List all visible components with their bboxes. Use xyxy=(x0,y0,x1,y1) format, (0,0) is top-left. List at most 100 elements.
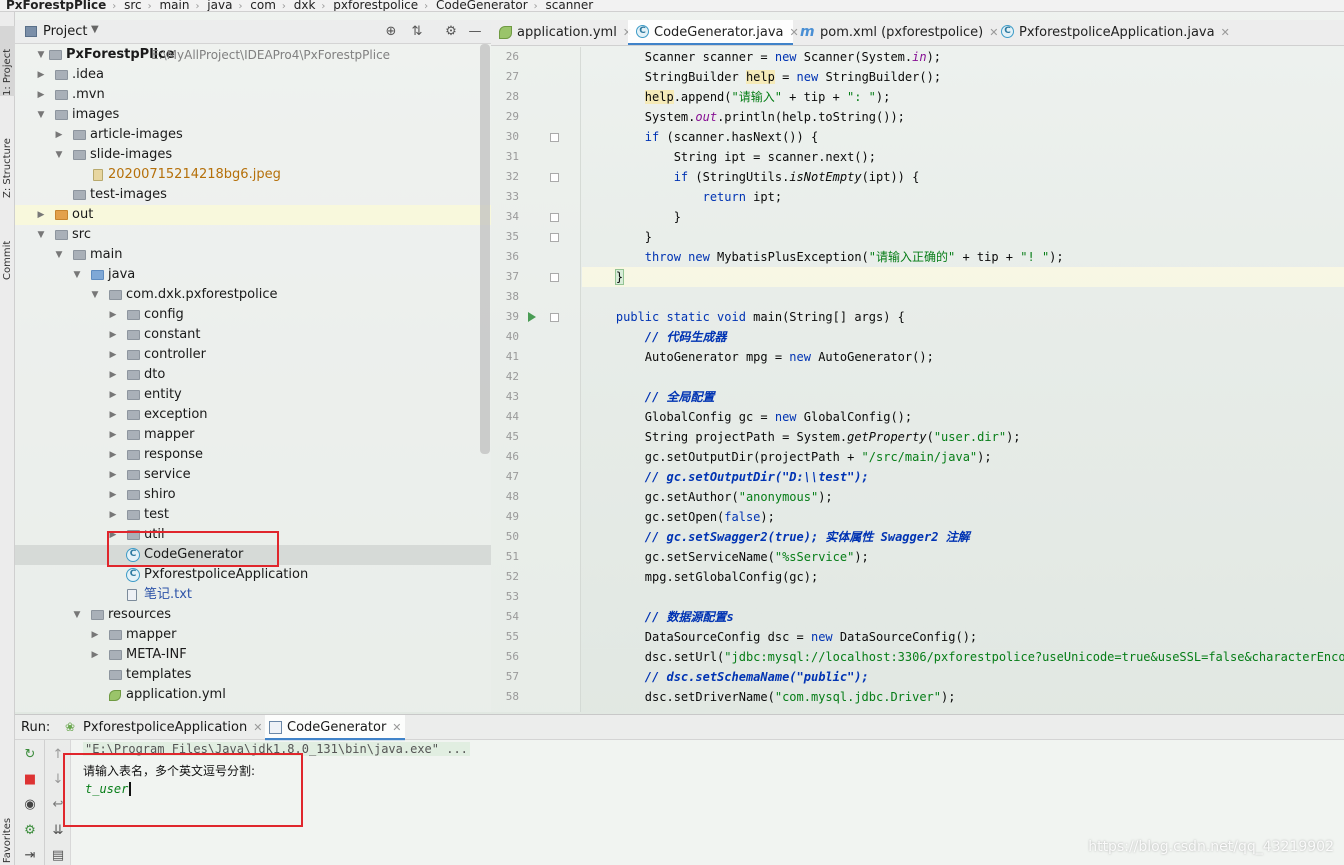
tree-item-src[interactable]: ▼ src xyxy=(15,225,491,245)
chevron-right-icon[interactable]: ▶ xyxy=(107,385,119,405)
chevron-down-icon[interactable]: ▼ xyxy=(53,145,65,165)
tree-item-test-images[interactable]: test-images xyxy=(15,185,491,205)
chevron-down-icon[interactable]: ▼ xyxy=(71,605,83,625)
chevron-right-icon[interactable]: ▶ xyxy=(107,465,119,485)
tree-item-test[interactable]: ▶ test xyxy=(15,505,491,525)
exit-icon[interactable]: ⇥ xyxy=(19,847,41,865)
tree-item-main[interactable]: ▼ main xyxy=(15,245,491,265)
chevron-down-icon[interactable]: ▼ xyxy=(89,285,101,305)
tree-item-shiro[interactable]: ▶ shiro xyxy=(15,485,491,505)
chevron-right-icon[interactable]: ▶ xyxy=(107,425,119,445)
chevron-right-icon[interactable]: ▶ xyxy=(107,305,119,325)
tree-item-exception[interactable]: ▶ exception xyxy=(15,405,491,425)
tab-codegenerator[interactable]: C CodeGenerator.java ✕ xyxy=(628,20,799,45)
fold-marker-icon[interactable] xyxy=(550,213,559,222)
tree-item-templates[interactable]: templates xyxy=(15,665,491,685)
project-panel-title[interactable]: Project xyxy=(43,24,87,39)
stop-icon[interactable]: ■ xyxy=(19,771,41,789)
tree-item-mvn[interactable]: ▶ .mvn xyxy=(15,85,491,105)
tree-item-jpeg[interactable]: 20200715214218bg6.jpeg xyxy=(15,165,491,185)
tree-item-root[interactable]: ▼ PxForestpPlice E:\MyAllProject\IDEAPro… xyxy=(15,45,491,65)
fold-marker-icon[interactable] xyxy=(550,233,559,242)
breadcrumb-java[interactable]: java xyxy=(203,0,238,11)
gear-icon[interactable]: ⚙ xyxy=(441,22,461,42)
breadcrumb-pxforestpolice[interactable]: pxforestpolice xyxy=(329,0,424,11)
structure-tool-tab[interactable]: Z: Structure xyxy=(0,120,15,198)
close-icon[interactable]: ✕ xyxy=(1221,26,1230,39)
breadcrumb-project[interactable]: PxForestpPlice xyxy=(0,0,112,11)
tree-item-resources[interactable]: ▼ resources xyxy=(15,605,491,625)
project-tool-tab[interactable]: 1: Project xyxy=(0,26,15,96)
code-line-27: StringBuilder help = new StringBuilder()… xyxy=(587,70,942,84)
close-icon[interactable]: ✕ xyxy=(253,721,262,734)
tab-application-yml[interactable]: application.yml✕ xyxy=(491,20,632,45)
breadcrumb-main[interactable]: main xyxy=(155,0,195,11)
chevron-right-icon[interactable]: ▶ xyxy=(107,405,119,425)
locate-icon[interactable]: ⊕ xyxy=(381,22,401,42)
tree-item-slide-images[interactable]: ▼ slide-images xyxy=(15,145,491,165)
chevron-down-icon[interactable]: ▼ xyxy=(53,245,65,265)
chevron-right-icon[interactable]: ▶ xyxy=(107,345,119,365)
tab-pxforestpoliceapplication[interactable]: C PxforestpoliceApplication.java ✕ xyxy=(993,20,1233,45)
camera-icon[interactable]: ◉ xyxy=(19,796,41,814)
tree-item-application-yml[interactable]: application.yml xyxy=(15,685,491,705)
tree-item-entity[interactable]: ▶ entity xyxy=(15,385,491,405)
tree-item-mapper[interactable]: ▶ mapper xyxy=(15,425,491,445)
tree-item-notes[interactable]: 笔记.txt xyxy=(15,585,491,605)
tree-item-out[interactable]: ▶ out xyxy=(15,205,491,225)
tab-pom-xml[interactable]: m pom.xml (pxforestpolice) ✕ xyxy=(794,20,998,45)
tree-item-dto[interactable]: ▶ dto xyxy=(15,365,491,385)
chevron-down-icon[interactable]: ▼ xyxy=(35,225,47,245)
collapse-all-icon[interactable]: ⇅ xyxy=(407,22,427,42)
fold-marker-icon[interactable] xyxy=(550,313,559,322)
tree-item-config[interactable]: ▶ config xyxy=(15,305,491,325)
chevron-right-icon[interactable]: ▶ xyxy=(107,325,119,345)
fold-marker-icon[interactable] xyxy=(550,273,559,282)
code-editor[interactable]: 26 27 28 29 30 31 32 33 34 35 36 37 38 3… xyxy=(491,47,1344,712)
favorites-tool-tab[interactable]: 2: Favorites xyxy=(0,802,15,865)
restore-layout-icon[interactable]: ⚙ xyxy=(19,822,41,840)
chevron-right-icon[interactable]: ▶ xyxy=(35,85,47,105)
tree-scrollbar[interactable] xyxy=(480,44,490,454)
tree-item-service[interactable]: ▶ service xyxy=(15,465,491,485)
commit-tool-tab[interactable]: Commit xyxy=(0,222,15,280)
tree-item-java[interactable]: ▼ java xyxy=(15,265,491,285)
chevron-right-icon[interactable]: ▶ xyxy=(107,505,119,525)
tree-item-constant[interactable]: ▶ constant xyxy=(15,325,491,345)
run-tab-codegenerator[interactable]: CodeGenerator ✕ xyxy=(265,715,405,741)
rerun-icon[interactable]: ↻ xyxy=(19,746,41,764)
fold-marker-icon[interactable] xyxy=(550,173,559,182)
close-icon[interactable]: ✕ xyxy=(392,721,401,734)
hide-icon[interactable]: — xyxy=(465,22,485,42)
tree-item-res-mapper[interactable]: ▶ mapper xyxy=(15,625,491,645)
chevron-right-icon[interactable]: ▶ xyxy=(89,625,101,645)
chevron-right-icon[interactable]: ▶ xyxy=(35,65,47,85)
chevron-down-icon[interactable]: ▼ xyxy=(71,265,83,285)
tree-item-idea[interactable]: ▶ .idea xyxy=(15,65,491,85)
breadcrumb-scanner[interactable]: scanner xyxy=(541,0,599,11)
chevron-down-icon[interactable]: ▼ xyxy=(35,45,47,65)
breadcrumb-dxk[interactable]: dxk xyxy=(290,0,322,11)
tree-item-images[interactable]: ▼ images xyxy=(15,105,491,125)
chevron-right-icon[interactable]: ▶ xyxy=(107,445,119,465)
tree-item-meta-inf[interactable]: ▶ META-INF xyxy=(15,645,491,665)
breadcrumb-com[interactable]: com xyxy=(246,0,282,11)
chevron-right-icon[interactable]: ▶ xyxy=(107,485,119,505)
chevron-right-icon[interactable]: ▶ xyxy=(35,205,47,225)
run-gutter-icon[interactable] xyxy=(528,312,536,322)
breadcrumb-src[interactable]: src xyxy=(120,0,148,11)
chevron-down-icon[interactable]: ▼ xyxy=(35,105,47,125)
run-tab-pxforestpoliceapplication[interactable]: ❀ PxforestpoliceApplication ✕ xyxy=(61,715,262,741)
chevron-right-icon[interactable]: ▶ xyxy=(107,365,119,385)
chevron-right-icon[interactable]: ▶ xyxy=(89,645,101,665)
print-icon[interactable]: ▤ xyxy=(47,847,69,865)
chevron-down-icon[interactable]: ▼ xyxy=(91,24,99,35)
tree-item-controller[interactable]: ▶ controller xyxy=(15,345,491,365)
chevron-right-icon[interactable]: ▶ xyxy=(53,125,65,145)
tree-item-application[interactable]: C PxforestpoliceApplication xyxy=(15,565,491,585)
fold-marker-icon[interactable] xyxy=(550,133,559,142)
tree-item-response[interactable]: ▶ response xyxy=(15,445,491,465)
tree-item-article-images[interactable]: ▶ article-images xyxy=(15,125,491,145)
breadcrumb-codegenerator[interactable]: CodeGenerator xyxy=(432,0,534,11)
tree-item-package[interactable]: ▼ com.dxk.pxforestpolice xyxy=(15,285,491,305)
